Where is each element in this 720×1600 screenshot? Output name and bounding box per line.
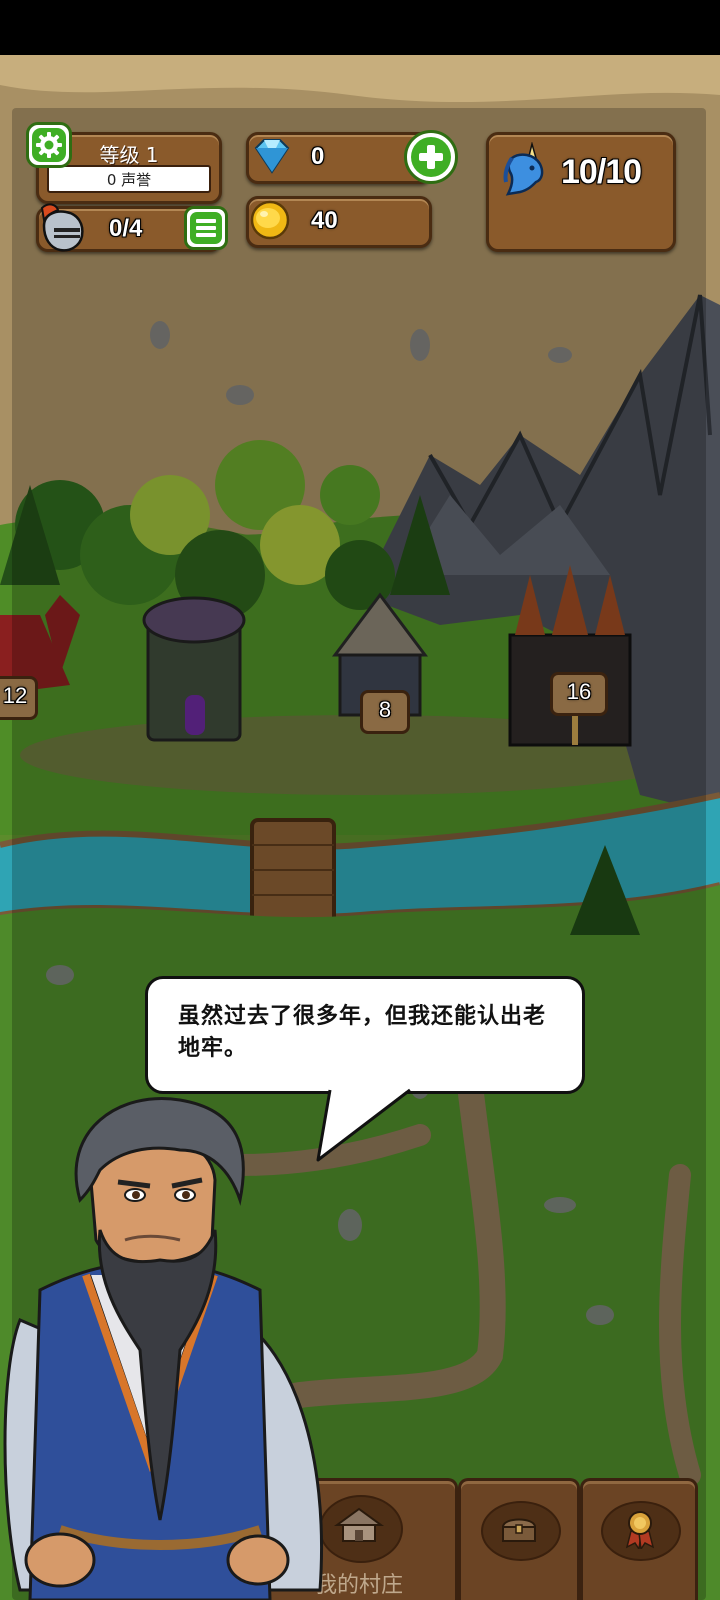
dungeon-level-number: 8: [378, 697, 392, 722]
add-gems-button[interactable]: [404, 130, 458, 184]
diamond-icon: [254, 139, 290, 174]
settings-button[interactable]: [26, 122, 72, 168]
house-icon: [333, 1507, 385, 1542]
knights-count: 0/4: [109, 215, 143, 242]
tab-treasure[interactable]: [458, 1478, 580, 1600]
plus-icon: [419, 145, 443, 169]
energy-count: 10/10: [561, 153, 642, 191]
dialog-text: 虽然过去了很多年，但我还能认出老地牢。: [178, 1004, 547, 1061]
dungeon-level-badge[interactable]: 16: [550, 672, 608, 716]
dungeon-level-number: 12: [2, 683, 28, 708]
elder-character-portrait: [3, 1097, 324, 1600]
unicorn-icon: [503, 142, 544, 196]
gold-coin-icon: [250, 200, 290, 240]
medal-icon: [625, 1511, 655, 1549]
reputation-text: 0 声誉: [106, 171, 152, 189]
reputation-bar: 0 声誉: [47, 165, 211, 193]
gold-count: 40: [311, 207, 338, 234]
gear-icon: [36, 132, 62, 158]
dungeon-level-badge[interactable]: 12: [0, 676, 38, 720]
gems-count: 0: [311, 143, 325, 170]
list-icon: [196, 219, 216, 237]
list-button[interactable]: [184, 206, 228, 250]
game-screen: 12 8 16 等级 1 0 声誉 0/4 0 40 10/10 虽然过去了很多…: [0, 0, 720, 1600]
dungeon-level-number: 16: [566, 679, 592, 704]
dialog-bubble[interactable]: 虽然过去了很多年，但我还能认出老地牢。: [145, 976, 585, 1094]
tab-achievements[interactable]: [580, 1478, 698, 1600]
knight-helmet-icon: [40, 203, 84, 252]
treasure-chest-icon: [501, 1518, 537, 1542]
dungeon-level-badge[interactable]: 8: [360, 690, 410, 734]
